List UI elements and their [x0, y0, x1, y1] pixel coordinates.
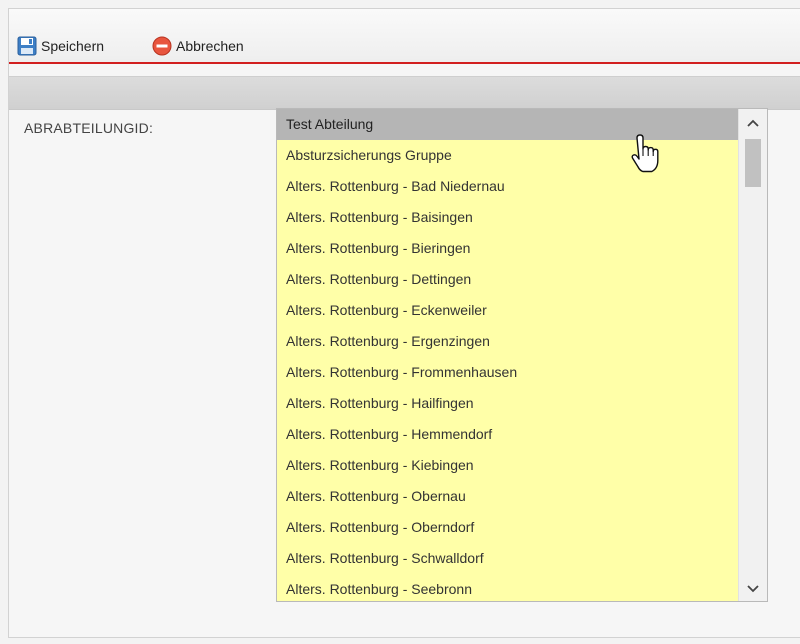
list-item[interactable]: Alters. Rottenburg - Hailfingen: [277, 388, 739, 419]
chevron-up-icon: [747, 114, 759, 130]
save-button[interactable]: Speichern: [17, 35, 104, 57]
department-listbox[interactable]: Test Abteilung Absturzsicherungs Gruppe …: [276, 108, 768, 602]
toolbar: Speichern Abbrechen: [9, 9, 800, 64]
scroll-up-button[interactable]: [739, 109, 767, 135]
list-item[interactable]: Alters. Rottenburg - Ergenzingen: [277, 326, 739, 357]
scrollbar-thumb[interactable]: [745, 139, 761, 187]
field-label-abrabteilungid: ABRABTEILUNGID:: [24, 120, 154, 136]
listbox-options: Test Abteilung Absturzsicherungs Gruppe …: [277, 109, 739, 601]
floppy-disk-icon: [17, 36, 37, 56]
list-item[interactable]: Absturzsicherungs Gruppe: [277, 140, 739, 171]
list-item[interactable]: Alters. Rottenburg - Obernau: [277, 481, 739, 512]
list-item[interactable]: Alters. Rottenburg - Baisingen: [277, 202, 739, 233]
list-item[interactable]: Alters. Rottenburg - Bieringen: [277, 233, 739, 264]
list-item[interactable]: Alters. Rottenburg - Bad Niedernau: [277, 171, 739, 202]
stop-icon: [152, 36, 172, 56]
list-item[interactable]: Alters. Rottenburg - Eckenweiler: [277, 295, 739, 326]
listbox-scrollbar[interactable]: [738, 109, 767, 601]
list-item[interactable]: Alters. Rottenburg - Hemmendorf: [277, 419, 739, 450]
list-item[interactable]: Alters. Rottenburg - Frommenhausen: [277, 357, 739, 388]
hand-cursor-icon: [628, 134, 660, 174]
cancel-button[interactable]: Abbrechen: [152, 35, 244, 57]
list-item[interactable]: Alters. Rottenburg - Schwalldorf: [277, 543, 739, 574]
list-item[interactable]: Alters. Rottenburg - Kiebingen: [277, 450, 739, 481]
cancel-button-label: Abbrechen: [176, 38, 244, 54]
sub-header-bar: [9, 76, 800, 110]
list-item[interactable]: Alters. Rottenburg - Dettingen: [277, 264, 739, 295]
save-button-label: Speichern: [41, 38, 105, 54]
list-item[interactable]: Alters. Rottenburg - Oberndorf: [277, 512, 739, 543]
list-item-selected[interactable]: Test Abteilung: [277, 109, 739, 140]
scroll-down-button[interactable]: [739, 575, 767, 601]
chevron-down-icon: [747, 580, 759, 596]
list-item[interactable]: Alters. Rottenburg - Seebronn: [277, 574, 739, 601]
